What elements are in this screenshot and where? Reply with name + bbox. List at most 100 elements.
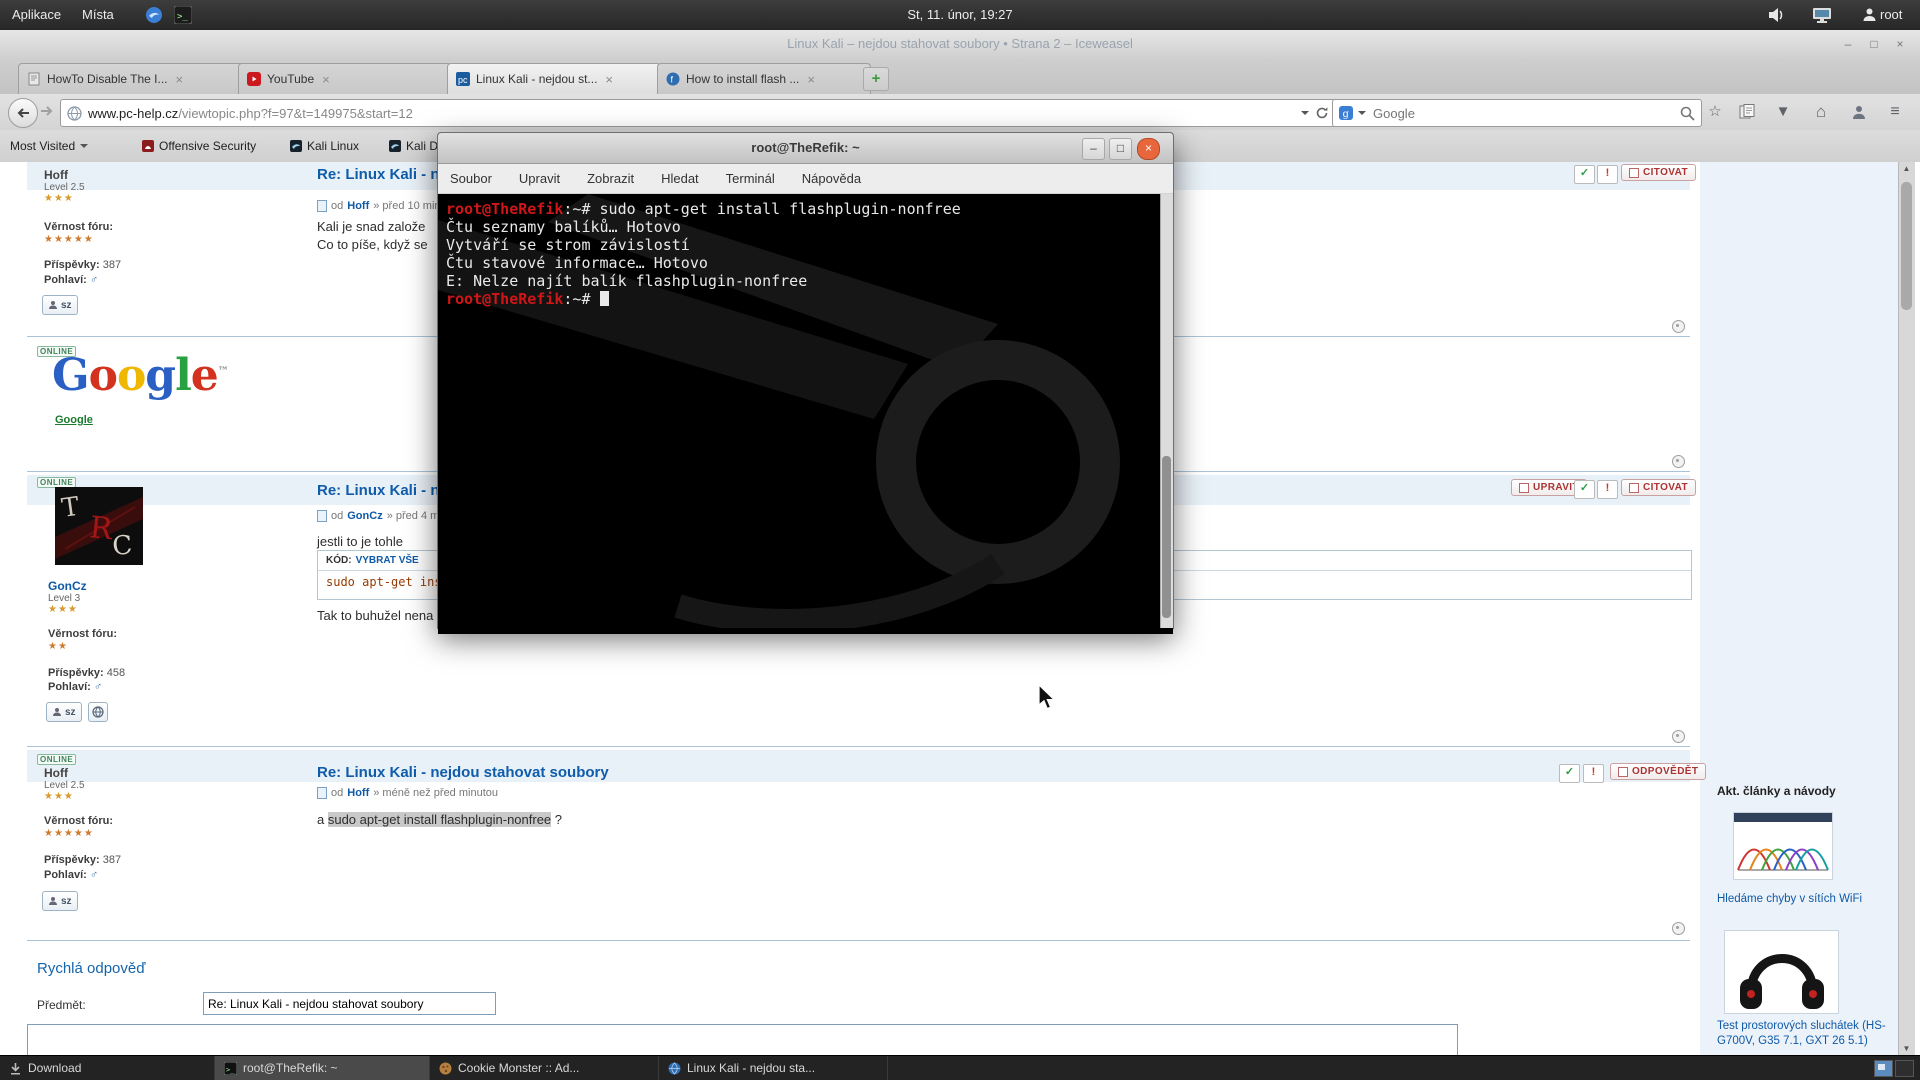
- page-scrollbar[interactable]: ▲ ▼: [1898, 162, 1915, 1056]
- terminal-output-area[interactable]: root@TheRefik:~# sudo apt-get install fl…: [438, 194, 1173, 634]
- tab-close-icon[interactable]: ×: [322, 72, 330, 87]
- bookmark-kali-docs[interactable]: Kali D: [389, 136, 438, 156]
- browser-titlebar[interactable]: Linux Kali – nejdou stahovat soubory • S…: [0, 30, 1920, 59]
- terminal-minimize-button[interactable]: –: [1082, 138, 1105, 160]
- report-icon[interactable]: !: [1583, 764, 1604, 783]
- terminal-maximize-button[interactable]: □: [1109, 138, 1132, 160]
- browser-launcher-icon[interactable]: [145, 6, 163, 24]
- scroll-up-icon[interactable]: ▲: [1899, 162, 1914, 176]
- url-bar[interactable]: www.pc-help.cz /viewtopic.php?f=97&t=149…: [60, 99, 1336, 127]
- tab-howto-disable[interactable]: HowTo Disable The I... ×: [18, 63, 244, 94]
- search-bar[interactable]: g: [1332, 99, 1702, 127]
- private-message-button[interactable]: sz: [42, 891, 78, 911]
- headphones-article-thumbnail[interactable]: [1724, 930, 1839, 1014]
- meta-author[interactable]: Hoff: [347, 200, 369, 212]
- taskbar-item-browser[interactable]: Linux Kali - nejdou sta...: [659, 1056, 888, 1080]
- terminal-menu-search[interactable]: Hledat: [661, 171, 699, 186]
- approve-icon[interactable]: ✓: [1574, 480, 1595, 499]
- taskbar-item-cookie-monster[interactable]: Cookie Monster :: Ad...: [430, 1056, 659, 1080]
- terminal-titlebar[interactable]: root@TheRefik: ~ – □ ×: [438, 133, 1173, 164]
- terminal-menu-view[interactable]: Zobrazit: [587, 171, 634, 186]
- google-logo[interactable]: Google™: [52, 350, 229, 401]
- search-engine-dropdown-icon[interactable]: [1358, 111, 1366, 115]
- post-author[interactable]: GonCz: [48, 579, 87, 593]
- reply-button[interactable]: ODPOVĚDĚT: [1610, 763, 1706, 780]
- private-message-button[interactable]: sz: [46, 702, 82, 722]
- tab-linux-kali-active[interactable]: pc Linux Kali - nejdou st... ×: [447, 63, 661, 94]
- forward-button[interactable]: [40, 105, 54, 117]
- url-dropdown-icon[interactable]: [1301, 111, 1309, 115]
- post-author[interactable]: Hoff: [44, 168, 68, 182]
- clock[interactable]: St, 11. únor, 19:27: [907, 0, 1012, 30]
- menu-icon[interactable]: ≡: [1884, 102, 1906, 122]
- report-icon[interactable]: !: [1597, 165, 1618, 184]
- tab-youtube[interactable]: YouTube ×: [238, 63, 452, 94]
- back-button[interactable]: [8, 98, 38, 128]
- tab-close-icon[interactable]: ×: [605, 72, 613, 87]
- scrollbar-thumb[interactable]: [1901, 182, 1912, 310]
- taskbar-item-download[interactable]: Download: [0, 1056, 215, 1080]
- quote-button[interactable]: CITOVAT: [1621, 164, 1696, 181]
- volume-icon[interactable]: [1768, 7, 1787, 23]
- select-all-link[interactable]: VYBRAT VŠE: [356, 555, 419, 566]
- bookmark-most-visited[interactable]: Most Visited: [10, 136, 88, 156]
- taskbar-item-terminal[interactable]: >_ root@TheRefik: ~: [215, 1056, 430, 1080]
- post-end-marker[interactable]: [1672, 455, 1685, 468]
- search-icon[interactable]: [1680, 106, 1695, 121]
- subject-input[interactable]: [203, 992, 496, 1015]
- post-end-marker[interactable]: [1672, 320, 1685, 333]
- avatar[interactable]: TRC: [55, 487, 143, 565]
- post-end-marker[interactable]: [1672, 922, 1685, 935]
- terminal-scrollbar[interactable]: [1160, 194, 1173, 628]
- quote-button[interactable]: CITOVAT: [1621, 479, 1696, 496]
- tab-close-icon[interactable]: ×: [807, 72, 815, 87]
- private-message-button[interactable]: sz: [42, 295, 78, 315]
- terminal-launcher-icon[interactable]: >_: [174, 6, 192, 24]
- reload-icon[interactable]: [1315, 106, 1329, 120]
- terminal-scrollbar-thumb[interactable]: [1162, 456, 1171, 618]
- sidebar-article-link[interactable]: Hledáme chyby v sítích WiFi: [1717, 892, 1895, 907]
- meta-author[interactable]: Hoff: [347, 787, 369, 799]
- ad-link[interactable]: Google: [55, 414, 93, 426]
- downloads-icon[interactable]: ▼: [1772, 102, 1794, 122]
- window-minimize-button[interactable]: –: [1838, 35, 1858, 53]
- window-maximize-button[interactable]: □: [1864, 35, 1884, 53]
- bookmark-offensive-security[interactable]: Offensive Security: [142, 136, 256, 156]
- tab-close-icon[interactable]: ×: [176, 72, 184, 87]
- sidebar-article-link[interactable]: Test prostorových sluchátek (HS-G700V, G…: [1717, 1019, 1895, 1049]
- terminal-close-button[interactable]: ×: [1137, 138, 1160, 160]
- wifi-article-thumbnail[interactable]: [1733, 812, 1833, 880]
- user-menu[interactable]: root: [1876, 0, 1906, 30]
- workspace-2[interactable]: [1895, 1060, 1914, 1077]
- bookmark-kali-linux[interactable]: Kali Linux: [290, 136, 359, 156]
- post-title[interactable]: Re: Linux Kali - nejdou stahovat soubory: [317, 764, 609, 781]
- tab-install-flash[interactable]: f How to install flash ... ×: [657, 63, 871, 94]
- window-close-button[interactable]: ×: [1890, 35, 1910, 53]
- search-input[interactable]: [1371, 105, 1675, 122]
- new-tab-button[interactable]: +: [863, 67, 889, 91]
- meta-author[interactable]: GonCz: [347, 510, 382, 522]
- reply-textarea[interactable]: [27, 1024, 1458, 1056]
- approve-icon[interactable]: ✓: [1574, 165, 1595, 184]
- bookmarks-panel-icon[interactable]: [1736, 102, 1758, 122]
- approve-icon[interactable]: ✓: [1559, 764, 1580, 783]
- report-icon[interactable]: !: [1597, 480, 1618, 499]
- terminal-menu-terminal[interactable]: Terminál: [726, 171, 775, 186]
- selected-text[interactable]: sudo apt-get install flashplugin-nonfree: [328, 812, 551, 827]
- terminal-window[interactable]: root@TheRefik: ~ – □ × Soubor Upravit Zo…: [437, 132, 1174, 629]
- terminal-menu-help[interactable]: Nápověda: [802, 171, 861, 186]
- bookmark-star-icon[interactable]: ☆: [1704, 102, 1726, 122]
- account-icon[interactable]: [1848, 102, 1870, 122]
- workspace-1-active[interactable]: [1874, 1060, 1893, 1077]
- places-menu[interactable]: Místa: [72, 0, 124, 30]
- website-button[interactable]: [88, 702, 108, 722]
- search-engine-icon[interactable]: g: [1339, 106, 1353, 120]
- home-icon[interactable]: ⌂: [1810, 102, 1832, 122]
- user-icon[interactable]: [1862, 7, 1877, 22]
- post-end-marker[interactable]: [1672, 730, 1685, 743]
- workspace-switcher[interactable]: [1874, 1060, 1914, 1077]
- post-author[interactable]: Hoff: [44, 766, 68, 780]
- terminal-menu-edit[interactable]: Upravit: [519, 171, 560, 186]
- display-settings-icon[interactable]: [1812, 7, 1833, 24]
- scroll-down-icon[interactable]: ▼: [1899, 1042, 1914, 1056]
